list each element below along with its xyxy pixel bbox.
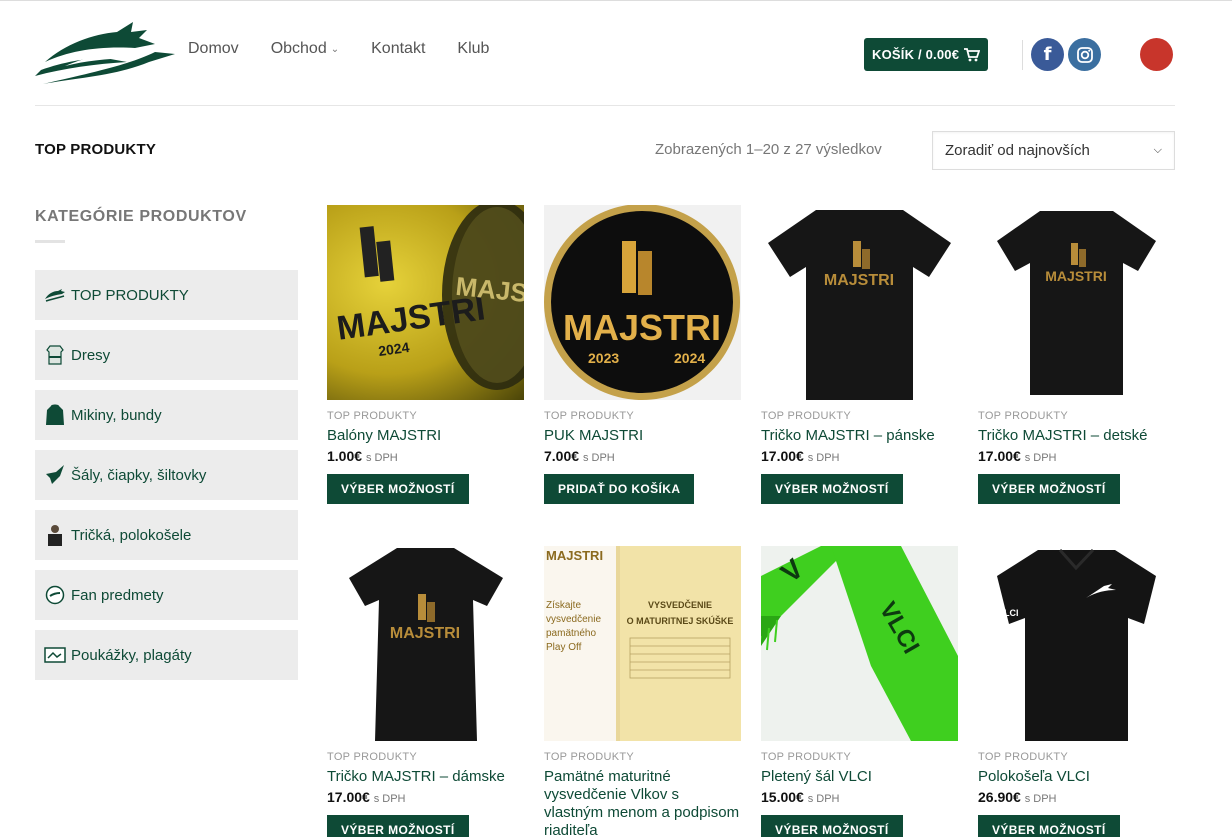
svg-text:O MATURITNEJ SKÚŠKE: O MATURITNEJ SKÚŠKE <box>627 615 734 626</box>
product-category[interactable]: TOP PRODUKTY <box>761 751 958 763</box>
product-price: 17.00€ s DPH <box>327 789 406 805</box>
results-count: Zobrazených 1–20 z 27 výsledkov <box>655 141 882 158</box>
top-border <box>0 0 1232 3</box>
product-card: V VLCI TOP PRODUKTY Pletený šál VLCI 15.… <box>761 546 958 837</box>
product-price: 26.90€ s DPH <box>978 789 1057 805</box>
sidebar-item-fan-predmety[interactable]: Fan predmety <box>35 570 298 620</box>
select-options-button[interactable]: VÝBER MOŽNOSTÍ <box>978 815 1120 837</box>
site-header: Domov Obchod ⌄ Kontakt Klub KOŠÍK / 0.00€… <box>35 14 1175 106</box>
select-options-button[interactable]: VÝBER MOŽNOSTÍ <box>978 474 1120 504</box>
main-nav: Domov Obchod ⌄ Kontakt Klub <box>188 40 489 58</box>
product-card: MAJSTRI TOP PRODUKTY Tričko MAJSTRI – dá… <box>327 546 524 837</box>
svg-text:pamätného: pamätného <box>546 628 596 639</box>
wolf-logo[interactable] <box>35 18 175 90</box>
voucher-icon <box>44 644 66 666</box>
sidebar-item-tricka[interactable]: Tričká, polokošele <box>35 510 298 560</box>
chevron-down-icon: ⌵ <box>1153 144 1162 156</box>
product-category[interactable]: TOP PRODUKTY <box>544 751 741 763</box>
select-options-button[interactable]: VÝBER MOŽNOSTÍ <box>761 474 903 504</box>
product-name[interactable]: Balóny MAJSTRI <box>327 427 524 445</box>
tshirt-person-icon <box>44 524 66 546</box>
svg-text:MAJSTRI: MAJSTRI <box>1045 268 1106 284</box>
product-name[interactable]: Pamätné maturitné vysvedčenie Vlkov s vl… <box>544 768 741 837</box>
title-underline <box>35 240 65 243</box>
sidebar-title: KATEGÓRIE PRODUKTOV <box>35 208 247 225</box>
svg-text:Play Off: Play Off <box>546 642 582 653</box>
svg-text:vysvedčenie: vysvedčenie <box>546 614 601 625</box>
scarf-icon <box>44 464 66 486</box>
select-options-button[interactable]: VÝBER MOŽNOSTÍ <box>327 474 469 504</box>
product-name[interactable]: Polokošeľa VLCI <box>978 768 1175 786</box>
chevron-down-icon: ⌄ <box>330 43 340 55</box>
product-name[interactable]: PUK MAJSTRI <box>544 427 741 445</box>
product-price: 1.00€ s DPH <box>327 448 398 464</box>
page-title: TOP PRODUKTY <box>35 141 157 158</box>
sidebar-item-poukazky[interactable]: Poukážky, plagáty <box>35 630 298 680</box>
product-image-sal[interactable]: V VLCI <box>761 546 958 741</box>
svg-text:MAJSTRI: MAJSTRI <box>390 625 460 642</box>
svg-text:MAJSTRI: MAJSTRI <box>546 548 603 563</box>
product-price: 15.00€ s DPH <box>761 789 840 805</box>
header-divider <box>1022 40 1023 70</box>
svg-text:VYSVEDČENIE: VYSVEDČENIE <box>648 599 712 610</box>
instagram-icon[interactable] <box>1068 38 1101 71</box>
svg-text:MAJSTRI: MAJSTRI <box>563 307 721 348</box>
nav-kontakt[interactable]: Kontakt <box>371 40 425 58</box>
svg-text:2024: 2024 <box>377 339 410 359</box>
svg-text:MAJSTRI: MAJSTRI <box>824 272 894 289</box>
product-image-vysvedcenie[interactable]: MAJSTRI VYSVEDČENIE O MATURITNEJ SKÚŠKE … <box>544 546 741 741</box>
sidebar-item-mikiny[interactable]: Mikiny, bundy <box>35 390 298 440</box>
svg-text:2023: 2023 <box>588 350 619 366</box>
product-category[interactable]: TOP PRODUKTY <box>978 751 1175 763</box>
product-category[interactable]: TOP PRODUKTY <box>327 410 524 422</box>
hoodie-icon <box>44 404 66 426</box>
svg-text:VLCI: VLCI <box>998 608 1019 618</box>
product-card: MAJSTRI VYSVEDČENIE O MATURITNEJ SKÚŠKE … <box>544 546 741 837</box>
product-price: 7.00€ s DPH <box>544 448 615 464</box>
product-name[interactable]: Pletený šál VLCI <box>761 768 958 786</box>
product-category[interactable]: TOP PRODUKTY <box>978 410 1175 422</box>
product-category[interactable]: TOP PRODUKTY <box>327 751 524 763</box>
product-image-tricko-detske[interactable]: MAJSTRI <box>978 205 1175 400</box>
sort-select[interactable]: Zoradiť od najnovších ⌵ <box>932 131 1175 170</box>
jersey-icon <box>44 344 66 366</box>
product-card: VLCI TOP PRODUKTY Polokošeľa VLCI 26.90€… <box>978 546 1175 837</box>
svg-text:Získajte: Získajte <box>546 600 581 611</box>
select-options-button[interactable]: VÝBER MOŽNOSTÍ <box>761 815 903 837</box>
select-options-button[interactable]: VÝBER MOŽNOSTÍ <box>327 815 469 837</box>
product-card: MAJSTRI 2023 2024 TOP PRODUKTY PUK MAJST… <box>544 205 741 504</box>
svg-text:2024: 2024 <box>674 350 705 366</box>
cart-button[interactable]: KOŠÍK / 0.00€ <box>864 38 989 71</box>
product-price: 17.00€ s DPH <box>761 448 840 464</box>
product-card: MAJSTRI TOP PRODUKTY Tričko MAJSTRI – pá… <box>761 205 958 504</box>
product-image-polokosela[interactable]: VLCI <box>978 546 1175 741</box>
sidebar-item-top-produkty[interactable]: TOP PRODUKTY <box>35 270 298 320</box>
badge-icon <box>44 584 66 606</box>
product-image-tricko-panske[interactable]: MAJSTRI <box>761 205 958 400</box>
wolf-icon <box>44 284 66 306</box>
product-price: 17.00€ s DPH <box>978 448 1057 464</box>
nav-obchod[interactable]: Obchod ⌄ <box>271 40 339 58</box>
cart-icon <box>964 47 981 61</box>
add-to-cart-button[interactable]: PRIDAŤ DO KOŠÍKA <box>544 474 695 504</box>
product-image-puk[interactable]: MAJSTRI 2023 2024 <box>544 205 741 400</box>
product-image-tricko-damske[interactable]: MAJSTRI <box>327 546 524 741</box>
nav-klub[interactable]: Klub <box>457 40 489 58</box>
product-image-balony[interactable]: MAJSTRI MAJSTRI 2024 <box>327 205 524 400</box>
language-flag[interactable] <box>1140 38 1173 71</box>
facebook-icon[interactable]: f <box>1031 38 1064 71</box>
product-card: MAJSTRI TOP PRODUKTY Tričko MAJSTRI – de… <box>978 205 1175 504</box>
sidebar-item-saly[interactable]: Šály, čiapky, šiltovky <box>35 450 298 500</box>
nav-domov[interactable]: Domov <box>188 40 239 58</box>
product-category[interactable]: TOP PRODUKTY <box>761 410 958 422</box>
sidebar-item-dresy[interactable]: Dresy <box>35 330 298 380</box>
product-card: MAJSTRI MAJSTRI 2024 TOP PRODUKTY Balóny… <box>327 205 524 504</box>
product-name[interactable]: Tričko MAJSTRI – pánske <box>761 427 958 445</box>
product-name[interactable]: Tričko MAJSTRI – dámske <box>327 768 524 786</box>
product-category[interactable]: TOP PRODUKTY <box>544 410 741 422</box>
product-name[interactable]: Tričko MAJSTRI – detské <box>978 427 1175 445</box>
